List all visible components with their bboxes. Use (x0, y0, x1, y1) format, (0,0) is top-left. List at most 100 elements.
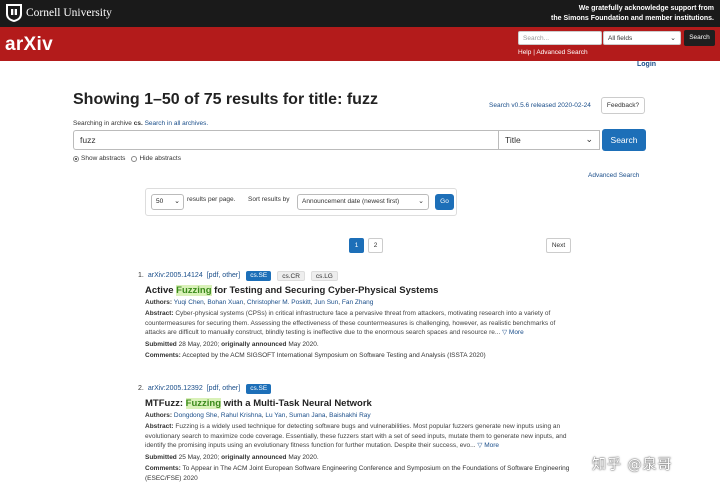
result-authors: Authors: Yuqi Chen, Bohan Xuan, Christop… (145, 299, 374, 306)
title-highlight: Fuzzing (185, 398, 221, 409)
chevron-down-icon: ⌄ (418, 198, 424, 205)
comments-text: To Appear in The ACM Joint European Soft… (145, 465, 570, 482)
result-item: 2. arXiv:2005.12392 [pdf, other] cs.SE M… (138, 383, 578, 483)
result-comments: Comments: Accepted by the ACM SIGSOFT In… (145, 351, 575, 361)
ack-line-1: We gratefully acknowledge support from (578, 5, 714, 12)
page-2-button[interactable]: 2 (368, 238, 383, 253)
archive-line: Searching in archive cs. Search in all a… (73, 120, 208, 127)
arxiv-logo[interactable]: arXiv (5, 34, 53, 56)
release-note-link[interactable]: Search v0.5.6 released 2020-02-24 (489, 102, 591, 109)
institution-bar: Cornell University We gratefully acknowl… (0, 0, 720, 27)
header-links: Help | Advanced Search (518, 49, 588, 56)
page-1-button[interactable]: 1 (349, 238, 364, 253)
result-abstract: Abstract: Fuzzing is a widely used techn… (145, 422, 575, 451)
result-title[interactable]: Active Fuzzing for Testing and Securing … (145, 285, 578, 296)
cornell-seal-icon (6, 4, 22, 22)
announced-label: originally announced (221, 454, 287, 462)
title-suffix: for Testing and Securing Cyber-Physical … (211, 285, 439, 296)
author-link[interactable]: Jun Sun (314, 299, 338, 306)
go-button[interactable]: Go (435, 194, 454, 210)
hide-abstracts-radio[interactable]: Hide abstracts (131, 155, 181, 162)
result-comments: Comments: To Appear in The ACM Joint Eur… (145, 464, 575, 483)
advanced-search-link[interactable]: Advanced Search (588, 172, 639, 179)
author-link[interactable]: Dongdong She (174, 412, 217, 419)
header-search-button[interactable]: Search (684, 30, 715, 46)
header-search-input[interactable]: Search... (518, 31, 602, 45)
result-title[interactable]: MTFuzz: Fuzzing with a Multi-Task Neural… (145, 398, 578, 409)
author-link[interactable]: Baishakhi Ray (329, 412, 371, 419)
category-tag[interactable]: cs.LG (310, 270, 338, 281)
results-options: 50 ⌄ results per page. Sort results by A… (145, 188, 457, 216)
link-separator: | (533, 49, 535, 56)
result-id-line: 2. arXiv:2005.12392 [pdf, other] cs.SE (138, 383, 578, 394)
author-link[interactable]: Yuqi Chen (174, 299, 204, 306)
next-page-button[interactable]: Next (546, 238, 571, 253)
result-item: 1. arXiv:2005.14124 [pdf, other] cs.SE c… (138, 270, 578, 361)
search-input[interactable]: fuzz (73, 130, 498, 150)
per-page-label: results per page. (187, 196, 236, 203)
result-abstract: Abstract: Cyber-physical systems (CPSs) … (145, 309, 575, 338)
radio-unchecked-icon (131, 155, 138, 162)
header-advanced-search-link[interactable]: Advanced Search (536, 49, 587, 56)
chevron-down-icon: ⌄ (585, 134, 593, 144)
arxiv-id-link[interactable]: arXiv:2005.12392 (148, 385, 203, 392)
pdf-link[interactable]: [pdf, other] (207, 385, 240, 392)
sort-value: Announcement date (newest first) (302, 198, 400, 205)
submitted-date: 28 May, 2020; (178, 341, 220, 349)
more-link[interactable]: ▽ More (502, 329, 524, 336)
announced-date: May 2020. (288, 454, 319, 462)
field-select-value: Title (505, 135, 521, 145)
category-tag[interactable]: cs.CR (277, 270, 305, 281)
title-prefix: Active (145, 285, 177, 296)
author-link[interactable]: Lu Yan (265, 412, 285, 419)
announced-label: originally announced (221, 341, 287, 349)
arxiv-id-link[interactable]: arXiv:2005.14124 (148, 272, 203, 279)
more-link[interactable]: ▽ More (477, 442, 499, 449)
submitted-label: Submitted (145, 454, 177, 462)
archive-name: cs. (133, 120, 143, 127)
per-page-select[interactable]: 50 ⌄ (151, 194, 184, 210)
authors-label: Authors: (145, 412, 173, 419)
authors-label: Authors: (145, 299, 173, 306)
comments-label: Comments: (145, 352, 181, 360)
comments-label: Comments: (145, 465, 181, 473)
per-page-value: 50 (156, 198, 164, 205)
field-select[interactable]: Title ⌄ (498, 130, 600, 150)
page-title: Showing 1–50 of 75 results for title: fu… (73, 91, 378, 108)
cornell-university-link[interactable]: Cornell University (26, 7, 112, 19)
primary-category-tag[interactable]: cs.SE (246, 383, 272, 394)
search-button[interactable]: Search (602, 129, 646, 151)
result-submitted: Submitted 28 May, 2020; originally annou… (145, 341, 578, 348)
author-link[interactable]: Rahul Krishna (221, 412, 262, 419)
author-link[interactable]: Suman Jana (289, 412, 326, 419)
zhihu-watermark: 知乎 @泉哥 (592, 457, 673, 473)
search-all-archives-link[interactable]: Search in all archives. (145, 120, 209, 127)
submitted-date: 25 May, 2020; (178, 454, 220, 462)
author-link[interactable]: Fan Zhang (342, 299, 373, 306)
sort-label: Sort results by (248, 196, 290, 203)
header-field-select[interactable]: All fields ⌄ (603, 31, 681, 45)
pdf-link[interactable]: [pdf, other] (207, 272, 240, 279)
show-abstracts-radio[interactable]: Show abstracts (73, 155, 125, 162)
help-link[interactable]: Help (518, 49, 531, 56)
result-number: 2. (138, 385, 144, 392)
login-link[interactable]: Login (637, 61, 656, 68)
abstract-label: Abstract: (145, 423, 174, 430)
abstract-text: Cyber-physical systems (CPSs) in critica… (145, 310, 556, 337)
feedback-button[interactable]: Feedback? (601, 97, 645, 114)
title-highlight: Fuzzing (176, 285, 212, 296)
abstract-label: Abstract: (145, 310, 174, 317)
sort-select[interactable]: Announcement date (newest first) ⌄ (297, 194, 429, 210)
title-suffix: with a Multi-Task Neural Network (221, 398, 372, 409)
primary-category-tag[interactable]: cs.SE (246, 270, 272, 281)
submitted-label: Submitted (145, 341, 177, 349)
result-authors: Authors: Dongdong She, Rahul Krishna, Lu… (145, 412, 371, 419)
chevron-down-icon: ⌄ (670, 35, 676, 42)
radio-checked-icon (73, 155, 79, 162)
author-link[interactable]: Christopher M. Poskitt (247, 299, 311, 306)
show-abstracts-label: Show abstracts (81, 155, 126, 162)
result-submitted: Submitted 25 May, 2020; originally annou… (145, 454, 578, 461)
abstract-toggle: Show abstracts Hide abstracts (73, 155, 181, 162)
author-link[interactable]: Bohan Xuan (207, 299, 243, 306)
arxiv-header: arXiv Search... All fields ⌄ Search Help… (0, 27, 720, 61)
